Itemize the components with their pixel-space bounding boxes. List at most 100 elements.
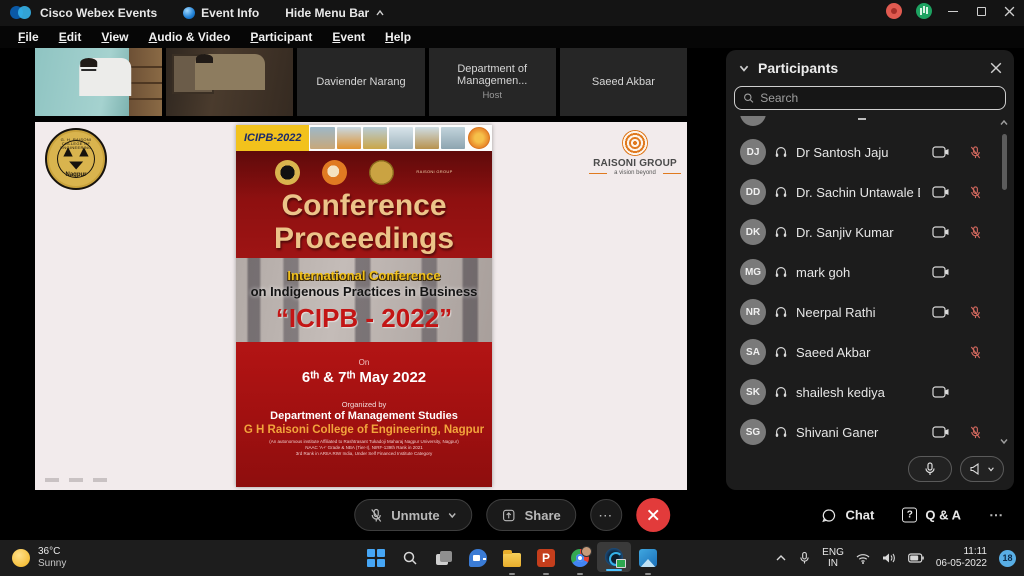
menu-view[interactable]: View: [91, 28, 138, 46]
participant-row[interactable]: DJ Dr Santosh Jaju: [726, 132, 998, 172]
participant-row[interactable]: SK shailesh kediya: [726, 372, 998, 412]
participant-row[interactable]: NR Neerpal Rathi: [726, 292, 998, 332]
search-input[interactable]: [760, 91, 997, 105]
task-view-button[interactable]: [427, 540, 461, 576]
participant-row[interactable]: SA Saeed Akbar: [726, 332, 998, 372]
mic-muted-icon[interactable]: [969, 425, 982, 440]
participant-search[interactable]: [734, 86, 1006, 110]
poster-conference-section: International Conference on Indigenous P…: [236, 258, 492, 342]
poster-logo-row: RAISONI GROUP: [236, 151, 492, 185]
headset-icon: [774, 225, 788, 239]
speaker-icon[interactable]: [882, 552, 896, 564]
notification-count-badge[interactable]: 18: [999, 550, 1016, 567]
scrollbar-thumb[interactable]: [1002, 134, 1007, 190]
language-indicator[interactable]: ENGIN: [822, 547, 844, 569]
camera-icon[interactable]: [932, 306, 950, 318]
menu-help[interactable]: Help: [375, 28, 421, 46]
headset-icon: [774, 305, 788, 319]
restore-button[interactable]: [974, 4, 988, 18]
participant-row[interactable]: DD Dr. Sachin Untawale Di...: [726, 172, 998, 212]
mic-muted-icon[interactable]: [969, 145, 982, 160]
menu-participant[interactable]: Participant: [240, 28, 322, 46]
more-options-button[interactable]: ⋯: [590, 499, 622, 531]
wifi-icon[interactable]: [856, 553, 870, 564]
camera-icon[interactable]: [932, 226, 950, 238]
participants-scrollbar[interactable]: [998, 118, 1010, 446]
start-button[interactable]: [359, 540, 393, 576]
mic-muted-icon[interactable]: [969, 345, 982, 360]
more-panels-button[interactable]: ⋯: [989, 507, 1004, 524]
participants-panel: Participants DJ Dr Santosh Jaju DD: [726, 50, 1014, 490]
shared-content-slide: G. H. RAISONI COLLEGE OF ENGINEERING ▲▲ …: [35, 122, 687, 490]
participants-title: Participants: [758, 60, 990, 76]
participant-name-tile-host[interactable]: Department of Managemen...Host: [429, 48, 556, 116]
participant-name-tile[interactable]: Saeed Akbar: [560, 48, 687, 116]
leave-meeting-button[interactable]: [636, 498, 670, 532]
tile-name-text: Department of Managemen...: [457, 63, 527, 87]
clock-date: 06-05-2022: [936, 558, 987, 569]
menu-file[interactable]: File: [8, 28, 49, 46]
scroll-down-icon[interactable]: [999, 436, 1009, 446]
participant-video-tile[interactable]: [35, 48, 162, 116]
participant-name: Shivani Ganer: [796, 425, 920, 440]
close-window-button[interactable]: [1002, 4, 1016, 18]
menu-audio-video[interactable]: Audio & Video: [139, 28, 241, 46]
powerpoint-button[interactable]: P: [529, 540, 563, 576]
menu-edit[interactable]: Edit: [49, 28, 92, 46]
participant-row[interactable]: MG mark goh: [726, 252, 998, 292]
folder-icon: [503, 553, 521, 567]
participant-row[interactable]: SG Shivani Ganer: [726, 412, 998, 448]
mic-muted-icon[interactable]: [969, 225, 982, 240]
headset-icon: [774, 345, 788, 359]
participants-list: DJ Dr Santosh Jaju DD Dr. Sachin Untawal…: [726, 116, 998, 448]
scroll-up-icon[interactable]: [999, 118, 1009, 128]
close-icon: [646, 508, 660, 522]
mic-muted-icon[interactable]: [969, 185, 982, 200]
battery-icon[interactable]: [908, 553, 924, 563]
close-panel-button[interactable]: [990, 62, 1002, 74]
chat-button[interactable]: Chat: [821, 507, 874, 523]
meeting-control-bar: Unmute Share ⋯ Chat ? Q & A ⋯: [0, 490, 1024, 540]
avatar: MG: [740, 259, 766, 285]
announce-menu-button[interactable]: [960, 456, 1004, 482]
weather-temp: 36°C: [38, 546, 60, 557]
file-explorer-button[interactable]: [495, 540, 529, 576]
recording-indicator-icon[interactable]: [886, 3, 902, 19]
minimize-button[interactable]: [946, 4, 960, 18]
qa-button[interactable]: ? Q & A: [902, 508, 961, 523]
participant-name-tile[interactable]: Daviender Narang: [297, 48, 424, 116]
camera-icon[interactable]: [932, 186, 950, 198]
unmute-button[interactable]: Unmute: [354, 499, 472, 531]
participant-video-tile[interactable]: [166, 48, 293, 116]
powerpoint-icon: P: [537, 549, 555, 567]
chrome-button[interactable]: [563, 540, 597, 576]
menu-event[interactable]: Event: [322, 28, 375, 46]
camera-icon[interactable]: [932, 146, 950, 158]
photos-button[interactable]: [631, 540, 665, 576]
tray-microphone-icon[interactable]: [799, 551, 810, 565]
camera-icon[interactable]: [932, 426, 950, 438]
gold-medal-icon: [369, 160, 394, 185]
participant-name: Dr Santosh Jaju: [796, 145, 920, 160]
taskbar-search-button[interactable]: [393, 540, 427, 576]
connection-health-icon[interactable]: [916, 3, 932, 19]
camera-icon[interactable]: [932, 266, 950, 278]
participant-name: Dr. Sanjiv Kumar: [796, 225, 920, 240]
camera-icon[interactable]: [932, 386, 950, 398]
webex-app-button[interactable]: [597, 542, 631, 572]
weather-widget[interactable]: 36°C Sunny: [12, 540, 66, 576]
webex-logo-icon: [10, 6, 32, 20]
avatar: SK: [740, 379, 766, 405]
participant-row[interactable]: DK Dr. Sanjiv Kumar: [726, 212, 998, 252]
tray-overflow-chevron-icon[interactable]: [775, 553, 787, 563]
hide-menu-bar-button[interactable]: Hide Menu Bar: [285, 6, 385, 20]
share-button[interactable]: Share: [487, 499, 576, 531]
teams-chat-icon: [469, 549, 487, 567]
teams-chat-button[interactable]: [461, 540, 495, 576]
clock[interactable]: 11:1106-05-2022: [936, 546, 987, 570]
collapse-panel-button[interactable]: [738, 62, 750, 74]
mic-muted-icon[interactable]: [969, 305, 982, 320]
lower-hand-button[interactable]: [908, 456, 952, 482]
event-info-button[interactable]: Event Info: [183, 6, 259, 20]
window-title: Cisco Webex Events: [40, 6, 157, 20]
